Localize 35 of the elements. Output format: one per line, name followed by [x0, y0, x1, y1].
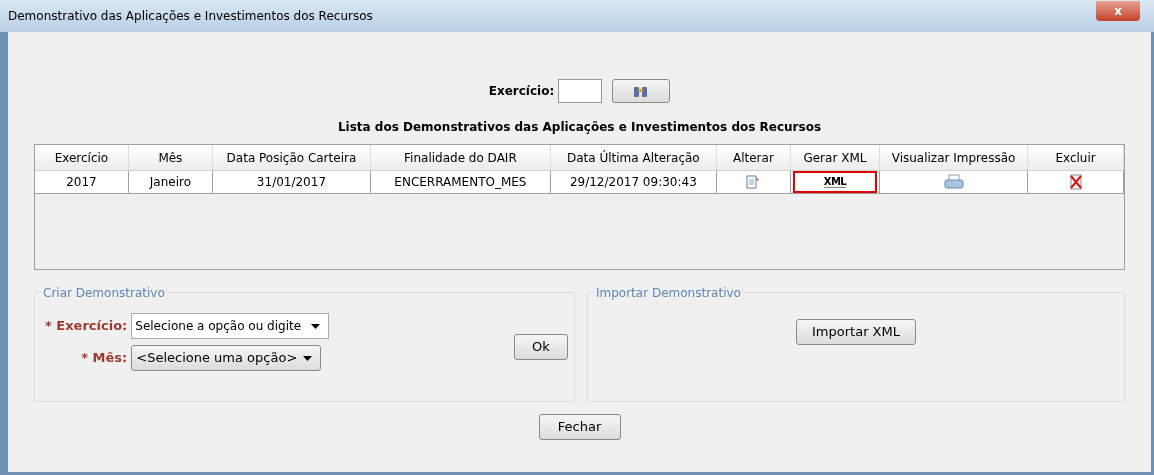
- group-legend: Importar Demonstrativo: [594, 284, 743, 302]
- column-header[interactable]: Mês: [128, 145, 213, 170]
- import-xml-button[interactable]: Importar XML: [796, 319, 916, 345]
- exercicio-label: Exercício:: [488, 83, 555, 100]
- field-label: * Exercício:: [45, 317, 128, 336]
- exercicio-input[interactable]: [558, 79, 603, 103]
- select-value: <Selecione uma opção>: [136, 349, 298, 368]
- column-header[interactable]: Exercício: [35, 145, 129, 170]
- combo-value: Selecione a opção ou digite: [135, 318, 302, 335]
- table-cell-text: 29/12/2017 09:30:43: [569, 174, 697, 191]
- column-header[interactable]: Visualizar Impressão: [879, 145, 1029, 170]
- table-cell-text: Janeiro: [149, 174, 191, 191]
- search-button[interactable]: [612, 79, 671, 103]
- exercicio-combo[interactable]: Selecione a opção ou digite: [131, 313, 330, 339]
- delete-icon[interactable]: [1068, 174, 1083, 190]
- edit-document-icon[interactable]: [745, 174, 762, 190]
- table-title: Lista dos Demonstrativos das Aplicações e Investimentos dos Recursos: [336, 119, 823, 136]
- column-header[interactable]: Data Última Alteração: [550, 145, 717, 170]
- printer-icon[interactable]: [943, 174, 964, 190]
- column-header[interactable]: Alterar: [716, 145, 791, 170]
- column-header[interactable]: Excluir: [1028, 145, 1124, 170]
- ok-button[interactable]: Ok: [514, 334, 568, 360]
- caret-icon: [303, 355, 313, 361]
- column-header[interactable]: Finalidade do DAIR: [371, 145, 551, 170]
- binoculars-icon: [633, 84, 650, 98]
- table-cell-text: 2017: [66, 174, 97, 191]
- table-cell-text: 31/01/2017: [256, 174, 327, 191]
- window-title: Demonstrativo das Aplicações e Investimentos dos Recursos: [8, 8, 373, 25]
- caret-icon: [311, 323, 321, 329]
- column-header[interactable]: Data Posição Carteira: [212, 145, 371, 170]
- mes-select[interactable]: <Selecione uma opção>: [131, 345, 322, 371]
- column-header[interactable]: Gerar XML: [790, 145, 880, 170]
- close-dialog-button[interactable]: Fechar: [538, 414, 621, 440]
- table-cell-text: ENCERRAMENTO_MES: [394, 174, 527, 191]
- field-label: * Mês:: [81, 349, 128, 368]
